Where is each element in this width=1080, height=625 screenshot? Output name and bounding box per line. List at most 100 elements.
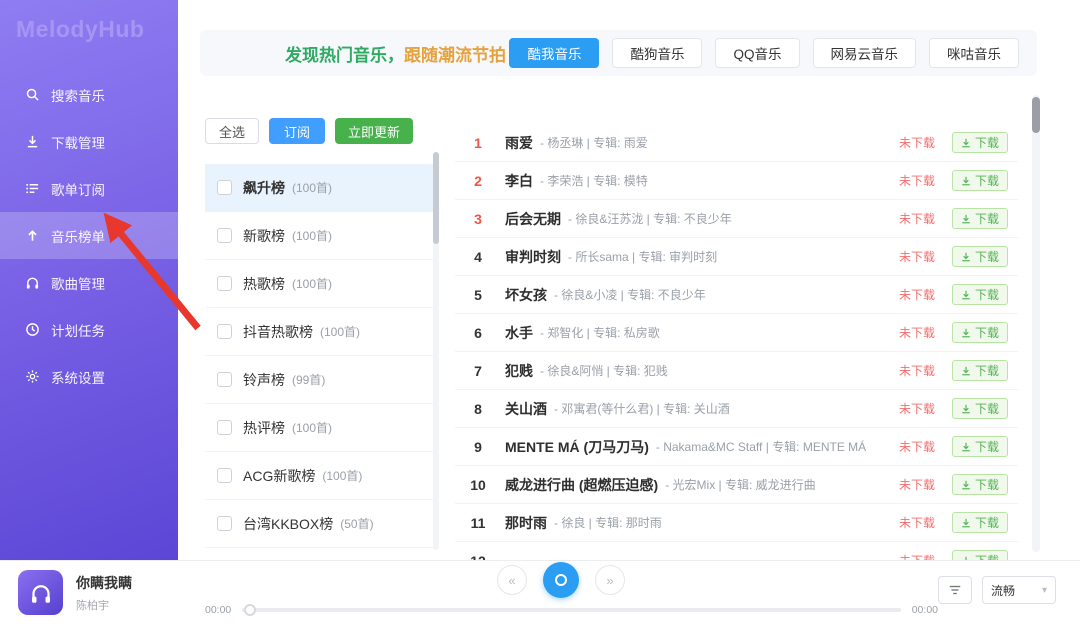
download-button[interactable]: 下载 xyxy=(951,132,1008,153)
clock-icon xyxy=(24,322,40,338)
chart-row[interactable]: ACG新歌榜 (100首) xyxy=(205,452,439,500)
checkbox[interactable] xyxy=(217,228,232,243)
headphones-icon xyxy=(31,584,50,603)
download-button[interactable]: 下载 xyxy=(951,474,1008,495)
quality-select[interactable]: 流畅 ▾ xyxy=(982,576,1056,604)
chart-row[interactable]: 新歌榜 (100首) xyxy=(205,212,439,260)
slogan-part1: 发现热门音乐， xyxy=(285,45,404,65)
sidebar-item-scheduled-tasks[interactable]: 计划任务 xyxy=(0,306,178,353)
download-button[interactable]: 下载 xyxy=(951,512,1008,533)
source-tab-kugou[interactable]: 酷狗音乐 xyxy=(612,38,703,68)
download-button[interactable]: 下载 xyxy=(951,398,1008,419)
source-tab-netease[interactable]: 网易云音乐 xyxy=(812,38,916,68)
song-rank: 12 xyxy=(465,553,491,561)
header-banner: 发现热门音乐，跟随潮流节拍 酷我音乐 酷狗音乐 QQ音乐 网易云音乐 咪咕音乐 xyxy=(200,30,1037,76)
song-status: 未下载 xyxy=(898,478,935,492)
song-status: 未下载 xyxy=(898,174,935,188)
song-subtitle: - 徐良&小凌 | 专辑: 不良少年 xyxy=(554,288,706,302)
checkbox[interactable] xyxy=(217,468,232,483)
chart-count: (100首) xyxy=(292,181,333,195)
song-rank: 4 xyxy=(474,248,482,265)
chart-name: 台湾KKBOX榜 xyxy=(243,515,334,532)
chart-row[interactable]: 台湾KKBOX榜 (50首) xyxy=(205,500,439,548)
song-subtitle: - 郑智化 | 专辑: 私房歌 xyxy=(540,326,660,340)
next-icon: » xyxy=(606,572,614,588)
source-tabs: 酷我音乐 酷狗音乐 QQ音乐 网易云音乐 咪咕音乐 xyxy=(509,38,1019,68)
checkbox[interactable] xyxy=(217,420,232,435)
chart-row[interactable]: 热评榜 (100首) xyxy=(205,404,439,452)
song-title: 那时雨 xyxy=(505,514,547,531)
slogan: 发现热门音乐，跟随潮流节拍 xyxy=(285,41,506,66)
song-status: 未下载 xyxy=(898,516,935,530)
song-subtitle: - 徐良 | 专辑: 那时雨 xyxy=(554,516,662,530)
sidebar-item-label: 搜索音乐 xyxy=(51,88,105,104)
chart-name: 飙升榜 xyxy=(243,179,285,196)
song-list-scrollbar[interactable] xyxy=(1032,95,1040,552)
play-button[interactable] xyxy=(543,562,579,598)
song-title: 后会无期 xyxy=(505,210,561,227)
main-content: 发现热门音乐，跟随潮流节拍 酷我音乐 酷狗音乐 QQ音乐 网易云音乐 咪咕音乐 … xyxy=(178,0,1080,560)
song-title: 审判时刻 xyxy=(505,248,561,265)
progress-handle[interactable] xyxy=(244,604,257,616)
song-row: 5 坏女孩 - 徐良&小凌 | 专辑: 不良少年 未下载 下载 xyxy=(455,276,1018,314)
select-all-button[interactable]: 全选 xyxy=(205,118,260,144)
chart-name: 热歌榜 xyxy=(243,275,285,292)
source-tab-kuwo[interactable]: 酷我音乐 xyxy=(509,38,600,68)
song-rank: 1 xyxy=(474,134,482,151)
scrollbar-thumb[interactable] xyxy=(1032,97,1040,133)
download-button[interactable]: 下载 xyxy=(951,360,1008,381)
sidebar-item-system-settings[interactable]: 系统设置 xyxy=(0,353,178,400)
scrollbar-thumb[interactable] xyxy=(433,152,439,244)
chart-row[interactable]: 抖音热歌榜 (100首) xyxy=(205,308,439,356)
chart-row[interactable]: 热歌榜 (100首) xyxy=(205,260,439,308)
sidebar-item-search-music[interactable]: 搜索音乐 xyxy=(0,71,178,118)
playlist-icon xyxy=(24,181,40,197)
sidebar-item-playlist-subscribe[interactable]: 歌单订阅 xyxy=(0,165,178,212)
subscribe-button[interactable]: 订阅 xyxy=(269,118,326,144)
quality-value: 流畅 xyxy=(991,583,1016,598)
list-icon xyxy=(949,585,961,595)
previous-button[interactable]: « xyxy=(497,565,527,595)
charts-panel: 全选 订阅 立即更新 飙升榜 (100首) 新歌榜 (100首) 热歌榜 (10… xyxy=(205,118,439,556)
sidebar-item-music-charts[interactable]: 音乐榜单 xyxy=(0,212,178,259)
chart-list-scrollbar[interactable] xyxy=(433,152,439,550)
song-row: 12 未下载 下载 xyxy=(455,542,1018,560)
source-tab-migu[interactable]: 咪咕音乐 xyxy=(929,38,1019,68)
chart-count: (100首) xyxy=(292,229,333,243)
checkbox[interactable] xyxy=(217,324,232,339)
song-subtitle: - 李荣浩 | 专辑: 模特 xyxy=(540,174,648,188)
download-button[interactable]: 下载 xyxy=(951,550,1008,560)
chart-count: (99首) xyxy=(292,373,326,387)
sidebar-item-label: 歌曲管理 xyxy=(51,276,105,292)
chart-actions: 全选 订阅 立即更新 xyxy=(205,118,439,144)
download-button[interactable]: 下载 xyxy=(951,246,1008,267)
progress-bar[interactable] xyxy=(242,604,901,616)
sidebar-item-label: 下载管理 xyxy=(51,135,105,151)
song-subtitle: - 徐良&汪苏泷 | 专辑: 不良少年 xyxy=(568,212,732,226)
checkbox[interactable] xyxy=(217,372,232,387)
update-now-button[interactable]: 立即更新 xyxy=(335,118,414,144)
download-button[interactable]: 下载 xyxy=(951,322,1008,343)
chart-row[interactable]: 铃声榜 (99首) xyxy=(205,356,439,404)
checkbox[interactable] xyxy=(217,276,232,291)
song-row: 9 MENTE MÁ (刀马刀马) - Nakama&MC Staff | 专辑… xyxy=(455,428,1018,466)
checkbox[interactable] xyxy=(217,516,232,531)
now-playing-artist: 陈柏宇 xyxy=(76,600,109,612)
sidebar-item-download-manager[interactable]: 下载管理 xyxy=(0,118,178,165)
song-status: 未下载 xyxy=(899,552,935,560)
download-button[interactable]: 下载 xyxy=(951,284,1008,305)
download-button[interactable]: 下载 xyxy=(951,208,1008,229)
song-status: 未下载 xyxy=(898,212,935,226)
chart-name: 热评榜 xyxy=(243,419,285,436)
checkbox[interactable] xyxy=(217,180,232,195)
play-mode-button[interactable] xyxy=(938,576,972,604)
next-button[interactable]: » xyxy=(595,565,625,595)
source-tab-qq[interactable]: QQ音乐 xyxy=(715,38,800,68)
sidebar: MelodyHub 搜索音乐 下载管理 歌单订阅 音乐榜单 歌曲管理 计划任务 … xyxy=(0,0,178,560)
sidebar-item-song-manager[interactable]: 歌曲管理 xyxy=(0,259,178,306)
headphones-icon xyxy=(24,275,40,291)
download-button[interactable]: 下载 xyxy=(951,170,1008,191)
chart-row[interactable]: 飙升榜 (100首) xyxy=(205,164,439,212)
download-button[interactable]: 下载 xyxy=(951,436,1008,457)
player-bar: 你瞒我瞒 陈柏宇 « » 00:00 00:00 流畅 ▾ xyxy=(0,560,1080,625)
